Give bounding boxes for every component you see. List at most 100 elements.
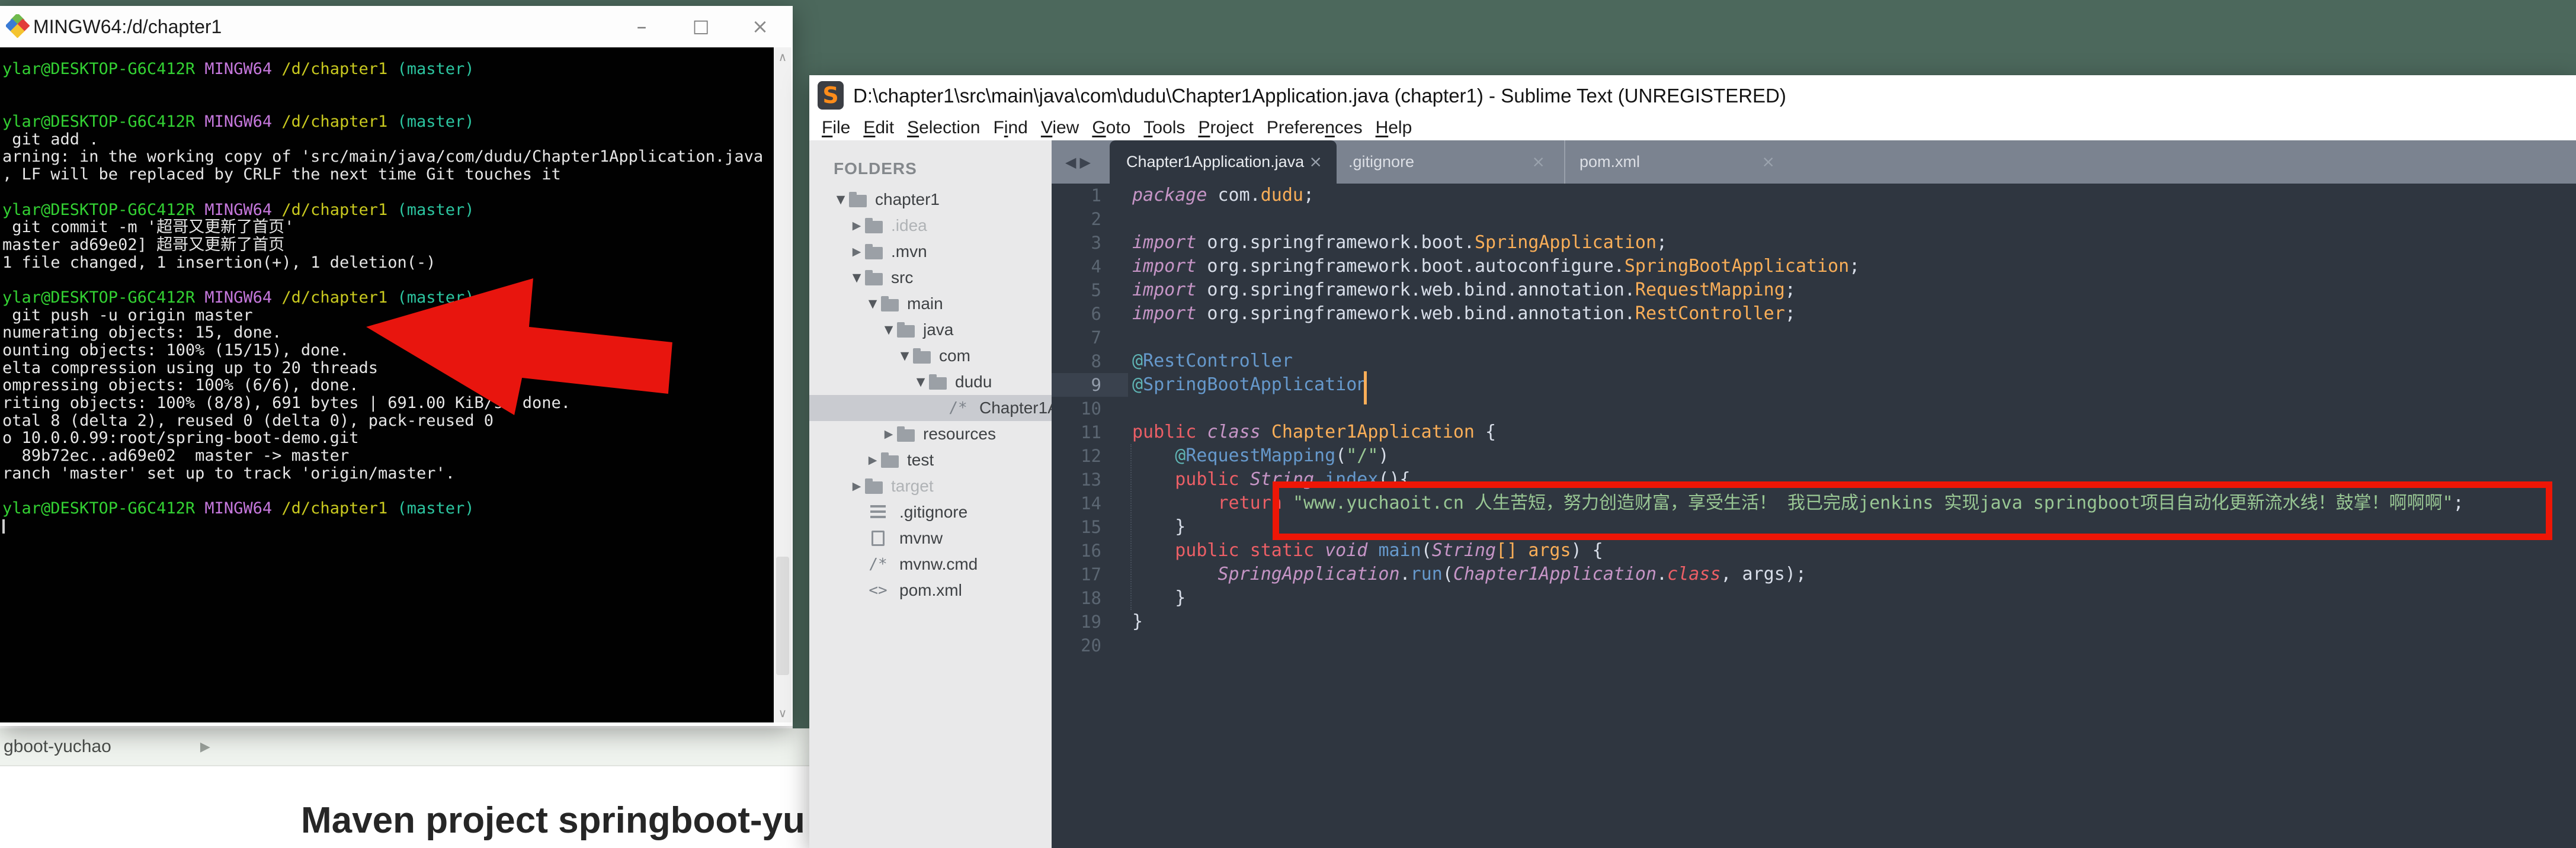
tree-item-label: .idea: [891, 216, 927, 235]
minimize-button[interactable]: –: [615, 6, 668, 47]
menu-help[interactable]: Help: [1369, 118, 1419, 138]
terminal-titlebar[interactable]: MINGW64:/d/chapter1 – □ ×: [0, 6, 793, 47]
chevron-down-icon[interactable]: ▼: [848, 271, 865, 284]
menu-preferences[interactable]: Preferences: [1260, 118, 1369, 138]
terminal-line: git commit -m '超哥又更新了首页': [2, 219, 774, 236]
tree-item-chapter1application-java[interactable]: /* Chapter1Application.java: [809, 395, 1052, 421]
text-cursor: [1364, 371, 1367, 404]
terminal-line: arning: in the working copy of 'src/main…: [2, 148, 774, 166]
scrollbar-thumb[interactable]: [776, 557, 789, 675]
code-file-icon: /*: [945, 399, 971, 417]
tab-close-icon[interactable]: ×: [1309, 153, 1322, 171]
xml-file-icon: <>: [865, 582, 891, 599]
chevron-right-icon[interactable]: ▶: [848, 245, 865, 258]
tree-item-label: resources: [923, 425, 996, 444]
terminal-line: 89b72ec..ad69e02 master -> master: [2, 447, 774, 465]
tree-item-label: .gitignore: [899, 503, 967, 522]
tab-chapter1application-java[interactable]: Chapter1Application.java×: [1110, 140, 1337, 184]
tree-item-label: Chapter1Application.java: [979, 399, 1052, 417]
sublime-titlebar[interactable]: S D:\chapter1\src\main\java\com\dudu\Cha…: [809, 75, 2576, 115]
chevron-down-icon[interactable]: ▼: [896, 349, 913, 362]
chevron-right-icon[interactable]: ▶: [848, 480, 865, 493]
code-line: 17 SpringApplication.run(Chapter1Applica…: [1052, 563, 2576, 586]
chevron-down-icon[interactable]: ▼: [912, 375, 929, 388]
folder-icon: [897, 325, 915, 338]
breadcrumb-item[interactable]: gboot-yuchao: [4, 737, 111, 757]
tabbar: ◀ ▶ Chapter1Application.java×.gitignore×…: [1052, 140, 2576, 184]
chevron-down-icon[interactable]: ▼: [864, 297, 881, 310]
folder-icon: [881, 299, 899, 311]
chevron-down-icon[interactable]: ▼: [880, 323, 897, 336]
code-line: 1package com.dudu;: [1052, 184, 2576, 207]
menu-project[interactable]: Project: [1191, 118, 1260, 138]
line-number: 15: [1052, 515, 1128, 539]
tab-close-icon[interactable]: ×: [1531, 153, 1545, 171]
terminal-line: ylar@DESKTOP-G6C412R MINGW64 /d/chapter1…: [2, 201, 774, 219]
tab-prev-icon[interactable]: ◀: [1065, 154, 1076, 171]
menu-edit[interactable]: Edit: [857, 118, 901, 138]
line-number: 11: [1052, 420, 1128, 444]
line-number: 8: [1052, 349, 1128, 373]
code-line: 4import org.springframework.boot.autocon…: [1052, 255, 2576, 278]
tree-item--gitignore[interactable]: .gitignore: [809, 499, 1052, 525]
tree-item-resources[interactable]: ▶ resources: [809, 421, 1052, 447]
tab-next-icon[interactable]: ▶: [1079, 154, 1090, 171]
tab-pom-xml[interactable]: pom.xml×: [1564, 140, 1784, 184]
tree-item-target[interactable]: ▶ target: [809, 473, 1052, 499]
menubar: FileEditSelectionFindViewGotoToolsProjec…: [809, 115, 2576, 140]
tab--gitignore[interactable]: .gitignore×: [1337, 140, 1557, 184]
chevron-right-icon[interactable]: ▶: [848, 219, 865, 232]
tree-item-src[interactable]: ▼src: [809, 265, 1052, 291]
menu-view[interactable]: View: [1034, 118, 1085, 138]
menu-goto[interactable]: Goto: [1085, 118, 1137, 138]
maximize-button[interactable]: □: [674, 6, 728, 47]
tree-item-label: target: [891, 477, 934, 496]
tree-item-chapter1[interactable]: ▼chapter1: [809, 187, 1052, 213]
chevron-down-icon[interactable]: ▼: [832, 193, 849, 206]
tree-item-com[interactable]: ▼com: [809, 343, 1052, 369]
tree-item-pom-xml[interactable]: <>pom.xml: [809, 577, 1052, 603]
code-line: 11public class Chapter1Application {: [1052, 420, 2576, 444]
red-box-annotation: [1273, 481, 2552, 540]
code-line: 19}: [1052, 610, 2576, 634]
terminal-scrollbar[interactable]: ∧ ∨: [774, 47, 792, 722]
terminal-lines: ylar@DESKTOP-G6C412R MINGW64 /d/chapter1…: [0, 47, 774, 535]
tree-item--idea[interactable]: ▶ .idea: [809, 213, 1052, 239]
webpage-background-strip: [793, 0, 809, 730]
breadcrumb: gboot-yuchao ▶: [0, 728, 809, 766]
tree-item-dudu[interactable]: ▼dudu: [809, 369, 1052, 395]
code-line: 9@SpringBootApplication: [1052, 373, 2576, 397]
terminal-line: , LF will be replaced by CRLF the next t…: [2, 166, 774, 184]
line-number: 19: [1052, 610, 1128, 634]
tree-item--mvn[interactable]: ▶.mvn: [809, 239, 1052, 265]
tree-item-main[interactable]: ▼ main: [809, 291, 1052, 317]
scroll-up-icon[interactable]: ∧: [774, 50, 792, 64]
chevron-right-icon[interactable]: ▶: [864, 454, 881, 467]
tree-item-label: mvnw.cmd: [899, 555, 978, 574]
menu-find[interactable]: Find: [986, 118, 1034, 138]
line-number: 17: [1052, 563, 1128, 586]
chevron-right-icon[interactable]: ▶: [880, 428, 897, 441]
tab-close-icon[interactable]: ×: [1761, 153, 1775, 171]
line-number: 12: [1052, 444, 1128, 468]
text-file-icon: [870, 505, 886, 519]
tree-item-java[interactable]: ▼java: [809, 317, 1052, 343]
folder-icon: [929, 377, 947, 390]
tree-item-mvnw-cmd[interactable]: /*mvnw.cmd: [809, 551, 1052, 577]
tree-item-label: main: [907, 294, 943, 313]
tree-item-mvnw[interactable]: mvnw: [809, 525, 1052, 551]
menu-selection[interactable]: Selection: [901, 118, 986, 138]
sublime-title: D:\chapter1\src\main\java\com\dudu\Chapt…: [853, 85, 1786, 107]
tree-item-test[interactable]: ▶test: [809, 447, 1052, 473]
code-line: 3import org.springframework.boot.SpringA…: [1052, 231, 2576, 255]
close-button[interactable]: ×: [733, 6, 787, 47]
code-line: 12 @RequestMapping("/"): [1052, 444, 2576, 468]
folder-icon: [865, 273, 883, 285]
line-number: 13: [1052, 468, 1128, 492]
tab-nav: ◀ ▶: [1065, 140, 1094, 184]
menu-file[interactable]: File: [815, 118, 857, 138]
line-number: 9: [1052, 373, 1128, 397]
menu-tools[interactable]: Tools: [1137, 118, 1191, 138]
scroll-down-icon[interactable]: ∨: [774, 706, 792, 720]
folder-icon: [849, 195, 867, 207]
